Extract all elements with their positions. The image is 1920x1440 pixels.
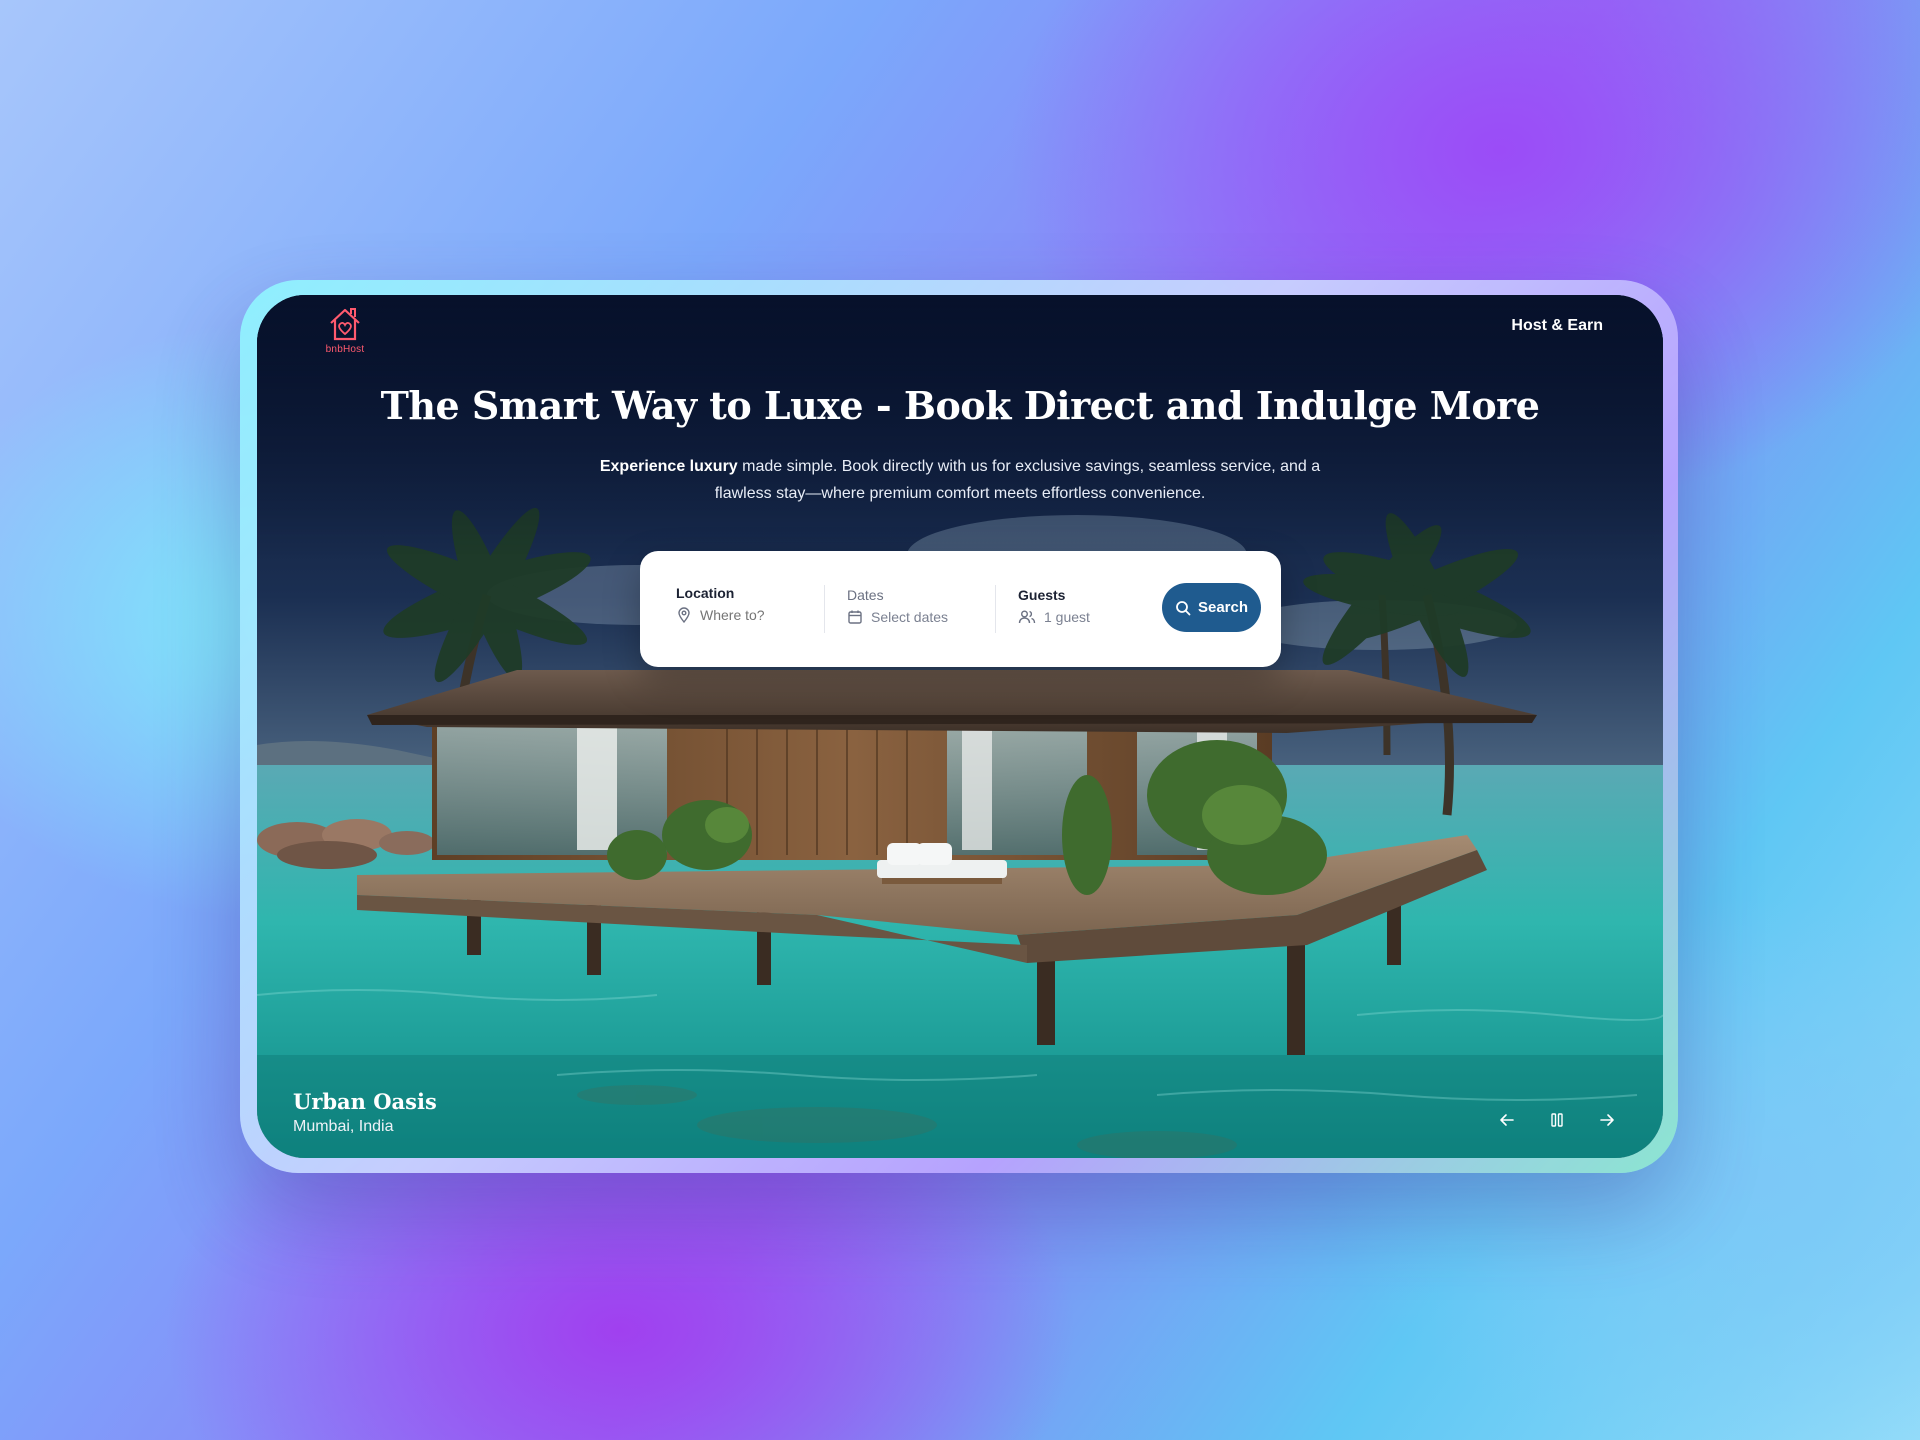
next-slide-button[interactable] [1595,1108,1619,1132]
dates-value: Select dates [871,609,949,625]
dates-label: Dates [847,587,884,603]
top-nav: bnbHost Host & Earn [257,295,1663,375]
hero-subtitle-emphasis: Experience luxury [599,458,738,475]
slideshow-controls [1495,1108,1619,1132]
search-button-label: Search [1197,599,1249,616]
hero-subtitle-text: made simple. Book directly with us for e… [714,458,1321,502]
prev-slide-button[interactable] [1495,1108,1519,1132]
dates-field[interactable]: Dates Select dates [847,587,948,639]
pause-icon [1551,1113,1563,1127]
location-field[interactable]: Location [676,585,810,637]
guests-label: Guests [1018,587,1066,603]
field-divider [824,585,825,633]
brand-name: bnbHost [325,344,365,355]
location-input[interactable] [700,607,810,623]
house-heart-icon [330,308,360,341]
users-icon [1018,610,1036,624]
arrow-right-icon [1600,1114,1614,1126]
calendar-icon [848,610,862,624]
search-button[interactable]: Search [1162,583,1261,632]
host-and-earn-link[interactable]: Host & Earn [1511,317,1603,335]
slide-caption: Urban Oasis Mumbai, India [293,1089,437,1136]
brand-logo[interactable]: bnbHost [317,305,373,365]
guests-field[interactable]: Guests 1 guest [1018,587,1090,639]
slide-title: Urban Oasis [293,1089,437,1114]
hero-title: The Smart Way to Luxe - Book Direct and … [380,383,1540,428]
pause-slideshow-button[interactable] [1545,1108,1569,1132]
location-label: Location [676,585,735,601]
field-divider [995,585,996,633]
hero-frame: bnbHost Host & Earn The Smart Way to Lux… [257,295,1663,1158]
hero-subtitle: Experience luxury made simple. Book dire… [577,453,1343,507]
slide-location: Mumbai, India [293,1118,394,1135]
map-pin-icon [678,607,690,623]
search-icon [1176,600,1191,615]
search-bar: Location Dates Select dates [640,551,1281,667]
guests-value: 1 guest [1044,609,1090,625]
arrow-left-icon [1500,1114,1514,1126]
